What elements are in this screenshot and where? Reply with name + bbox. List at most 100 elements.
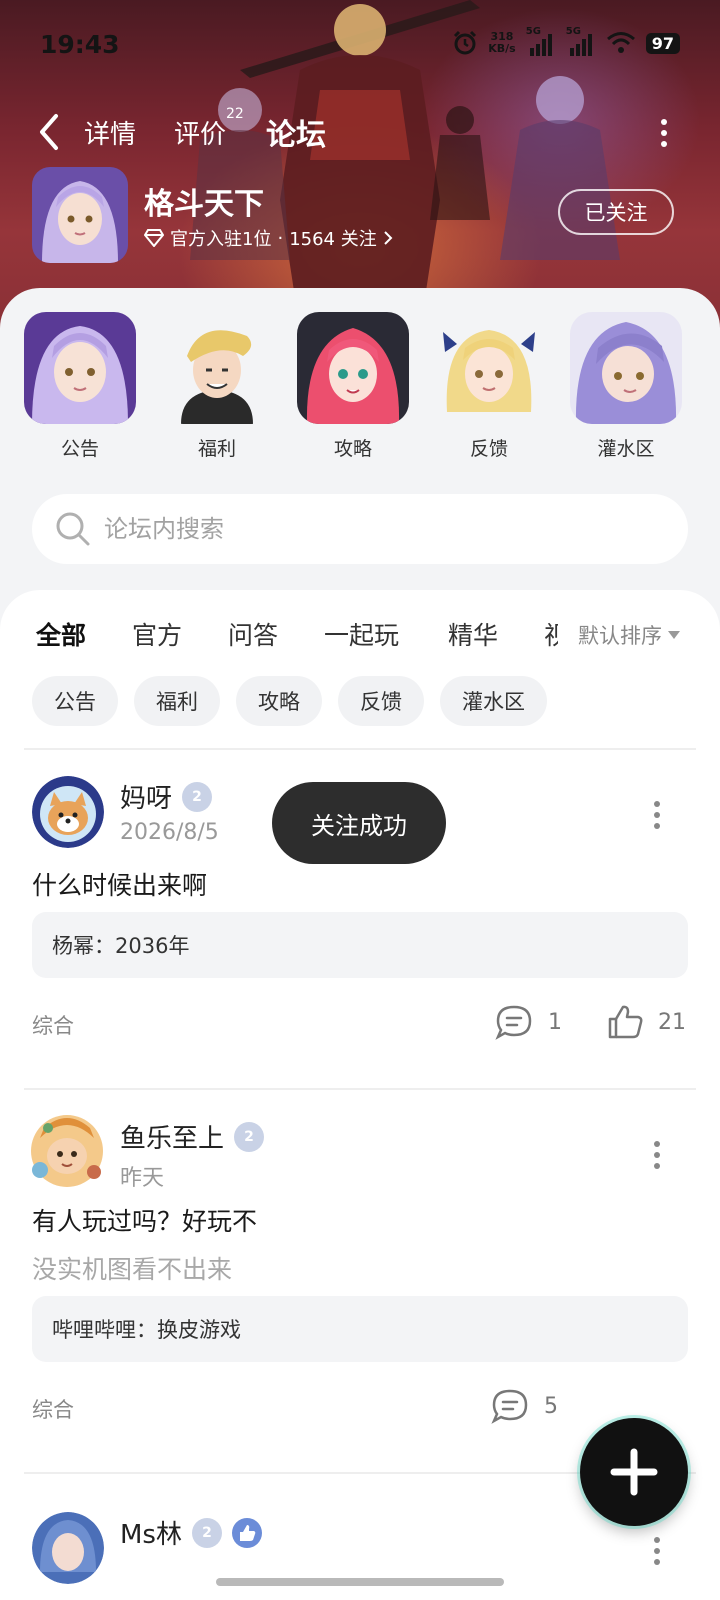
battery-indicator: 97: [645, 32, 680, 54]
post-category-tag: 综合: [32, 1398, 74, 1422]
game-info: 格斗天下 官方入驻1位 · 1564 关注 已关注: [32, 165, 692, 265]
signal-1: 5G: [526, 26, 556, 56]
filter-tabs: 全部 官方 问答 一起玩 精华 视 默认排序: [0, 606, 720, 666]
follow-button[interactable]: 已关注: [558, 189, 674, 235]
filter-tab-qa[interactable]: 问答: [228, 616, 278, 652]
chip-announcement[interactable]: 公告: [32, 676, 118, 726]
tab-forum[interactable]: 论坛: [266, 110, 326, 154]
comment-button[interactable]: 5: [490, 1388, 558, 1424]
chip-guide[interactable]: 攻略: [236, 676, 322, 726]
caret-down-icon: [668, 631, 680, 639]
category-feedback-label: 反馈: [469, 438, 508, 460]
category-welfare-label: 福利: [197, 438, 236, 460]
toast-message: 关注成功: [272, 782, 446, 864]
network-speed-unit: KB/s: [488, 42, 516, 55]
filter-tab-featured[interactable]: 精华: [448, 616, 498, 652]
signal-2: 5G: [566, 26, 596, 56]
level-badge-icon: 2: [191, 1517, 222, 1548]
topic-chips: 公告 福利 攻略 反馈 灌水区: [32, 676, 547, 726]
chevron-right-icon: [384, 231, 393, 245]
reviews-count-badge: 22: [226, 106, 244, 122]
forum-search-bar[interactable]: [32, 494, 688, 564]
category-chat[interactable]: 灌水区: [570, 312, 682, 461]
user-avatar[interactable]: [26, 1110, 108, 1192]
post-date: 昨天: [120, 1166, 165, 1191]
forum-sheet: 公告 福利 攻略 反馈 灌水区 论坛内搜索 全部 官方 问答 一起玩 精华 视 …: [0, 288, 720, 1600]
post-author[interactable]: 妈呀 2: [120, 778, 213, 815]
divider: [24, 1088, 696, 1090]
network-speed: 318 KB/s: [488, 31, 515, 55]
author-name: Ms林: [120, 1520, 182, 1550]
more-options-icon[interactable]: [654, 118, 674, 148]
filter-tab-play-together[interactable]: 一起玩: [324, 616, 399, 652]
filter-tab-all[interactable]: 全部: [36, 616, 87, 654]
chip-chat[interactable]: 灌水区: [440, 676, 547, 726]
sort-label: 默认排序: [578, 624, 662, 648]
sort-dropdown[interactable]: 默认排序: [558, 620, 680, 650]
level-badge-icon: 2: [234, 1121, 265, 1152]
plus-icon: [610, 1448, 658, 1496]
like-count: 21: [658, 1009, 686, 1035]
post-title[interactable]: 有人玩过吗？好玩不: [32, 1202, 257, 1238]
category-feedback[interactable]: 反馈: [433, 312, 545, 461]
post-card[interactable]: 鱼乐至上 2 昨天 有人玩过吗？好玩不 没实机图看不出来 哔哩哔哩：换皮游戏 综…: [0, 1115, 720, 1466]
category-chat-label: 灌水区: [597, 438, 655, 460]
comment-count: 5: [544, 1393, 558, 1419]
tab-details[interactable]: 详情: [84, 114, 136, 151]
game-meta: 官方入驻1位 · 1564 关注: [144, 225, 393, 251]
category-row: 公告 福利 攻略 反馈 灌水区: [0, 312, 720, 462]
chip-welfare[interactable]: 福利: [134, 676, 220, 726]
status-bar: 19:43 318 KB/s 5G 5G 97: [0, 0, 720, 90]
status-icons: 318 KB/s 5G 5G 97: [452, 26, 680, 56]
post-date: 2026/8/5: [120, 820, 219, 845]
category-announcement-image: [24, 312, 136, 424]
category-chat-image: [570, 312, 682, 424]
comment-icon: [495, 1005, 532, 1040]
signal-bars-icon: [529, 34, 552, 56]
post-category-tag: 综合: [32, 1014, 74, 1038]
category-guide-image: [297, 312, 409, 424]
followers-count[interactable]: 1564 关注: [289, 225, 377, 251]
more-options-icon[interactable]: [652, 1140, 662, 1170]
hero-banner: 19:43 318 KB/s 5G 5G 97 详情 评价 22 论坛 格斗天下…: [0, 0, 720, 330]
category-announcement-label: 公告: [60, 438, 99, 460]
home-indicator[interactable]: [216, 1578, 504, 1586]
category-announcement[interactable]: 公告: [24, 312, 136, 461]
category-guide-label: 攻略: [333, 438, 372, 460]
category-guide[interactable]: 攻略: [297, 312, 409, 461]
hot-reply[interactable]: 哔哩哔哩：换皮游戏: [32, 1296, 688, 1362]
category-welfare[interactable]: 福利: [161, 312, 273, 461]
post-card[interactable]: Ms林 2: [0, 1512, 720, 1600]
comment-icon: [491, 1389, 528, 1424]
signal-bars-icon: [569, 34, 592, 56]
status-time: 19:43: [40, 30, 120, 59]
search-icon: [56, 512, 90, 546]
tab-reviews[interactable]: 评价: [174, 114, 226, 151]
comment-button[interactable]: 1: [494, 1004, 562, 1040]
thumbs-up-badge-icon: [231, 1517, 262, 1548]
search-input[interactable]: [104, 494, 664, 564]
divider: [24, 748, 696, 750]
hot-reply[interactable]: 杨幂：2036年: [32, 912, 688, 978]
post-author[interactable]: Ms林 2: [120, 1514, 262, 1551]
chip-feedback[interactable]: 反馈: [338, 676, 424, 726]
post-title[interactable]: 什么时候出来啊: [32, 866, 207, 902]
create-post-button[interactable]: [580, 1418, 688, 1526]
back-icon[interactable]: [34, 112, 64, 152]
more-options-icon[interactable]: [652, 1536, 662, 1566]
alarm-icon: [454, 30, 477, 55]
author-name: 鱼乐至上: [120, 1124, 225, 1154]
official-rank: 官方入驻1位: [170, 229, 272, 250]
level-badge-icon: 2: [182, 781, 213, 812]
post-excerpt[interactable]: 没实机图看不出来: [32, 1250, 232, 1286]
more-options-icon[interactable]: [652, 800, 662, 830]
post-author[interactable]: 鱼乐至上 2: [120, 1118, 265, 1155]
thumbs-up-icon: [608, 1005, 643, 1039]
user-avatar[interactable]: [32, 1512, 104, 1584]
like-button[interactable]: 21: [606, 1004, 686, 1040]
comment-count: 1: [548, 1009, 562, 1035]
user-avatar[interactable]: [32, 776, 104, 848]
filter-tab-official[interactable]: 官方: [132, 616, 182, 652]
top-navigation: 详情 评价 22 论坛: [0, 106, 720, 158]
game-avatar[interactable]: [32, 167, 128, 263]
